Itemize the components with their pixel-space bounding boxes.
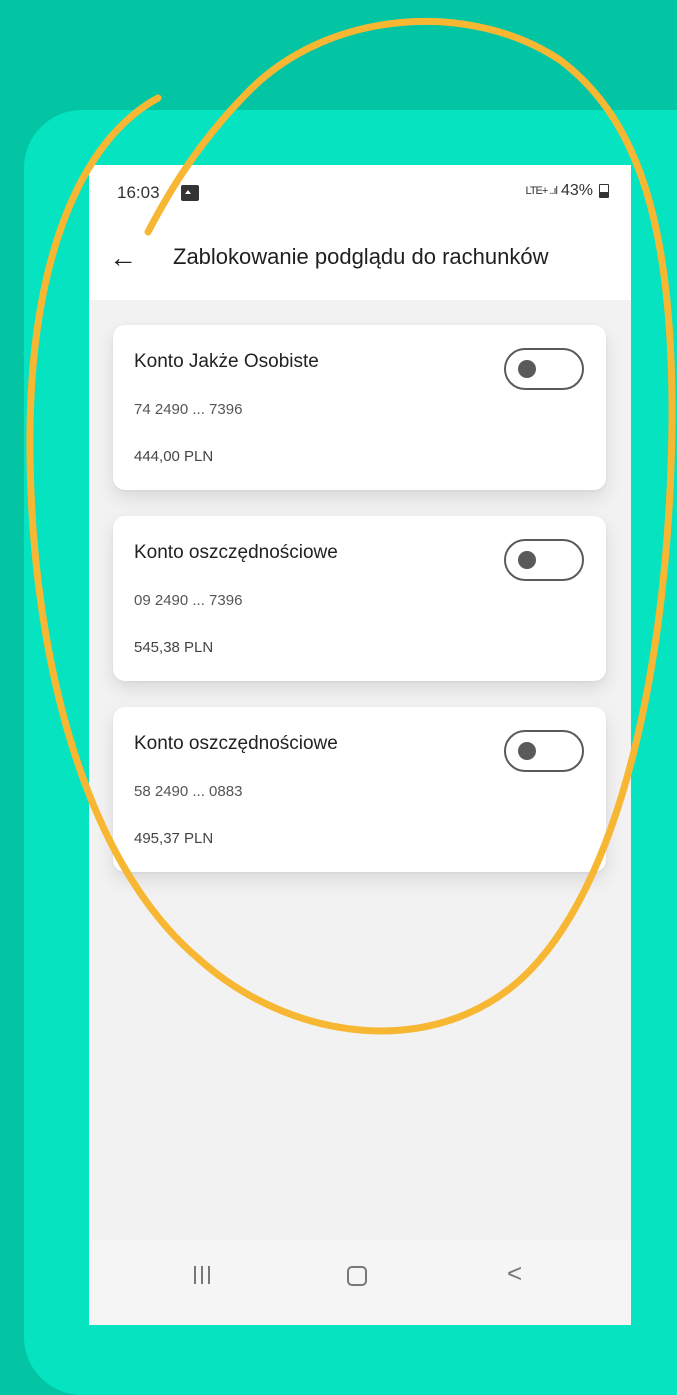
block-preview-toggle[interactable] bbox=[504, 730, 584, 772]
app-header: ← Zablokowanie podglądu do rachunków bbox=[89, 220, 631, 300]
recents-icon[interactable] bbox=[194, 1266, 210, 1284]
account-name: Konto oszczędnościowe bbox=[134, 542, 338, 563]
account-card: Konto oszczędnościowe 58 2490 ... 0883 4… bbox=[113, 707, 606, 872]
system-nav-bar: < bbox=[89, 1240, 631, 1325]
account-name: Konto Jakże Osobiste bbox=[134, 351, 319, 372]
signal-icon: LTE+ ..ıl bbox=[525, 185, 558, 197]
account-card: Konto Jakże Osobiste 74 2490 ... 7396 44… bbox=[113, 325, 606, 490]
toggle-knob bbox=[518, 360, 536, 378]
account-balance: 495,37 PLN bbox=[134, 830, 214, 847]
account-number: 09 2490 ... 7396 bbox=[134, 592, 243, 609]
battery-percent: 43% bbox=[560, 182, 593, 199]
page-title: Zablokowanie podglądu do rachunków bbox=[173, 244, 549, 269]
battery-icon bbox=[599, 184, 609, 198]
account-balance: 545,38 PLN bbox=[134, 639, 214, 656]
toggle-knob bbox=[518, 551, 536, 569]
account-number: 74 2490 ... 7396 bbox=[134, 401, 243, 418]
toggle-knob bbox=[518, 742, 536, 760]
account-number: 58 2490 ... 0883 bbox=[134, 783, 243, 800]
block-preview-toggle[interactable] bbox=[504, 539, 584, 581]
back-arrow-icon[interactable]: ← bbox=[103, 238, 143, 278]
account-card: Konto oszczędnościowe 09 2490 ... 7396 5… bbox=[113, 516, 606, 681]
nav-back-icon[interactable]: < bbox=[507, 1260, 522, 1286]
home-icon[interactable] bbox=[347, 1266, 367, 1286]
status-time: 16:03 bbox=[117, 183, 160, 202]
status-indicators: LTE+ ..ıl 43% bbox=[526, 182, 609, 200]
block-preview-toggle[interactable] bbox=[504, 348, 584, 390]
gallery-icon bbox=[181, 185, 199, 201]
status-bar: 16:03 LTE+ ..ıl 43% bbox=[89, 165, 631, 220]
account-balance: 444,00 PLN bbox=[134, 448, 214, 465]
phone-screen: 16:03 LTE+ ..ıl 43% ← Zablokowanie podgl… bbox=[89, 165, 631, 1325]
account-name: Konto oszczędnościowe bbox=[134, 733, 338, 754]
